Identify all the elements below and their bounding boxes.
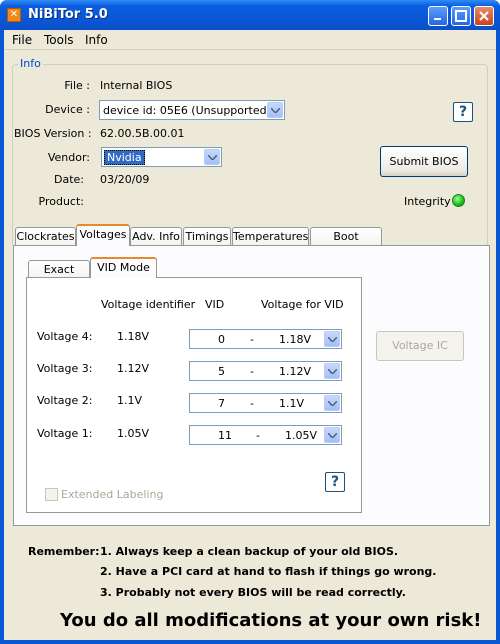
vid-help-button[interactable]: ?	[325, 472, 345, 492]
voltage-4-select[interactable]: 0 - 1.18V	[189, 329, 342, 349]
voltage-1-vid: 11	[218, 429, 232, 442]
menu-info[interactable]: Info	[85, 33, 108, 47]
menu-tools[interactable]: Tools	[44, 33, 74, 47]
remember-line-1: 1. Always keep a clean backup of your ol…	[100, 545, 399, 558]
voltage-1-label: Voltage 1:	[37, 427, 93, 440]
voltage-4-sep: -	[250, 333, 254, 346]
chevron-down-icon[interactable]	[324, 427, 340, 443]
device-value: device id: 05E6 (Unsupported)	[103, 104, 271, 117]
date-value: 03/20/09	[100, 173, 150, 186]
chevron-down-icon[interactable]	[267, 102, 283, 118]
voltage-4-label: Voltage 4:	[37, 330, 93, 343]
extended-labeling-label: Extended Labeling	[61, 488, 164, 501]
voltage-2-sep: -	[250, 397, 254, 410]
chevron-down-icon[interactable]	[324, 331, 340, 347]
voltage-4-identifier: 1.18V	[117, 330, 150, 343]
bios-version-label: BIOS Version :	[14, 127, 92, 140]
device-select[interactable]: device id: 05E6 (Unsupported)	[99, 100, 285, 120]
tab-boot-settings[interactable]: Boot Settings	[310, 227, 382, 260]
tab-adv-info[interactable]: Adv. Info	[130, 227, 182, 246]
header-voltage-for-vid: Voltage for VID	[261, 298, 344, 311]
remember-line-3: 3. Probably not every BIOS will be read …	[100, 586, 406, 599]
tab-temperatures[interactable]: Temperatures	[232, 227, 309, 246]
voltages-tab-panel: Exact Mode VID Mode Voltage identifier V…	[13, 245, 490, 526]
date-label: Date:	[54, 173, 84, 186]
header-vid: VID	[205, 298, 225, 311]
help-button[interactable]: ?	[453, 102, 473, 122]
voltage-ic-button[interactable]: Voltage IC	[376, 331, 464, 361]
risk-warning: You do all modifications at your own ris…	[60, 610, 482, 631]
tab-timings[interactable]: Timings	[183, 227, 231, 246]
client-area: File Tools Info Info File : Internal BIO…	[4, 30, 496, 640]
submit-bios-button[interactable]: Submit BIOS	[380, 146, 468, 177]
header-voltage-identifier: Voltage identifier	[101, 298, 196, 311]
voltage-2-value: 1.1V	[279, 397, 305, 410]
voltage-3-value: 1.12V	[279, 365, 312, 378]
voltage-3-label: Voltage 3:	[37, 362, 93, 375]
vendor-select[interactable]: Nvidia	[101, 147, 222, 167]
subtab-vid-mode[interactable]: VID Mode	[90, 257, 157, 278]
remember-line-2: 2. Have a PCI card at hand to flash if t…	[100, 565, 437, 578]
chevron-down-icon[interactable]	[324, 363, 340, 379]
minimize-icon	[434, 18, 441, 20]
tab-voltages[interactable]: Voltages	[76, 224, 130, 246]
voltage-2-label: Voltage 2:	[37, 394, 93, 407]
bios-version-value: 62.00.5B.00.01	[100, 127, 185, 140]
voltage-3-select[interactable]: 5 - 1.12V	[189, 361, 342, 381]
file-value: Internal BIOS	[100, 79, 173, 92]
subtab-exact-mode[interactable]: Exact Mode	[28, 260, 90, 293]
voltage-3-vid: 5	[218, 365, 225, 378]
voltage-1-value: 1.05V	[285, 429, 318, 442]
app-icon: ✕	[7, 8, 21, 22]
window-title: NiBiTor 5.0	[28, 7, 108, 22]
chevron-down-icon[interactable]	[324, 395, 340, 411]
maximize-icon	[455, 10, 467, 22]
vendor-label: Vendor:	[47, 151, 90, 164]
voltage-1-sep: -	[256, 429, 260, 442]
integrity-label: Integrity :	[404, 195, 458, 208]
device-label: Device :	[45, 103, 90, 116]
voltage-1-select[interactable]: 11 - 1.05V	[189, 425, 342, 445]
close-icon	[479, 11, 489, 21]
tab-clockrates[interactable]: Clockrates	[15, 227, 76, 246]
menu-bar: File Tools Info	[4, 30, 496, 50]
app-window: ✕ NiBiTor 5.0 File Tools Info Info File …	[0, 0, 500, 644]
voltage-4-value: 1.18V	[279, 333, 312, 346]
file-label: File :	[64, 79, 90, 92]
remember-label: Remember:	[28, 545, 100, 558]
voltage-3-sep: -	[250, 365, 254, 378]
voltage-3-identifier: 1.12V	[117, 362, 150, 375]
info-legend: Info	[18, 57, 43, 70]
voltage-2-identifier: 1.1V	[117, 394, 143, 407]
title-bar[interactable]: ✕ NiBiTor 5.0	[0, 0, 500, 30]
voltage-4-vid: 0	[218, 333, 225, 346]
close-button[interactable]	[474, 6, 494, 26]
extended-labeling-checkbox[interactable]	[45, 488, 58, 501]
vendor-value: Nvidia	[104, 150, 145, 165]
question-mark-icon: ?	[458, 104, 468, 120]
voltage-2-select[interactable]: 7 - 1.1V	[189, 393, 342, 413]
chevron-down-icon[interactable]	[204, 149, 220, 165]
product-label: Product:	[38, 195, 84, 208]
question-mark-icon: ?	[330, 474, 340, 490]
voltage-2-vid: 7	[218, 397, 225, 410]
maximize-button[interactable]	[451, 6, 471, 26]
vid-mode-panel: Voltage identifier VID Voltage for VID V…	[26, 277, 362, 513]
voltage-1-identifier: 1.05V	[117, 427, 150, 440]
minimize-button[interactable]	[428, 6, 448, 26]
menu-file[interactable]: File	[12, 33, 32, 47]
integrity-led-icon	[452, 194, 465, 207]
